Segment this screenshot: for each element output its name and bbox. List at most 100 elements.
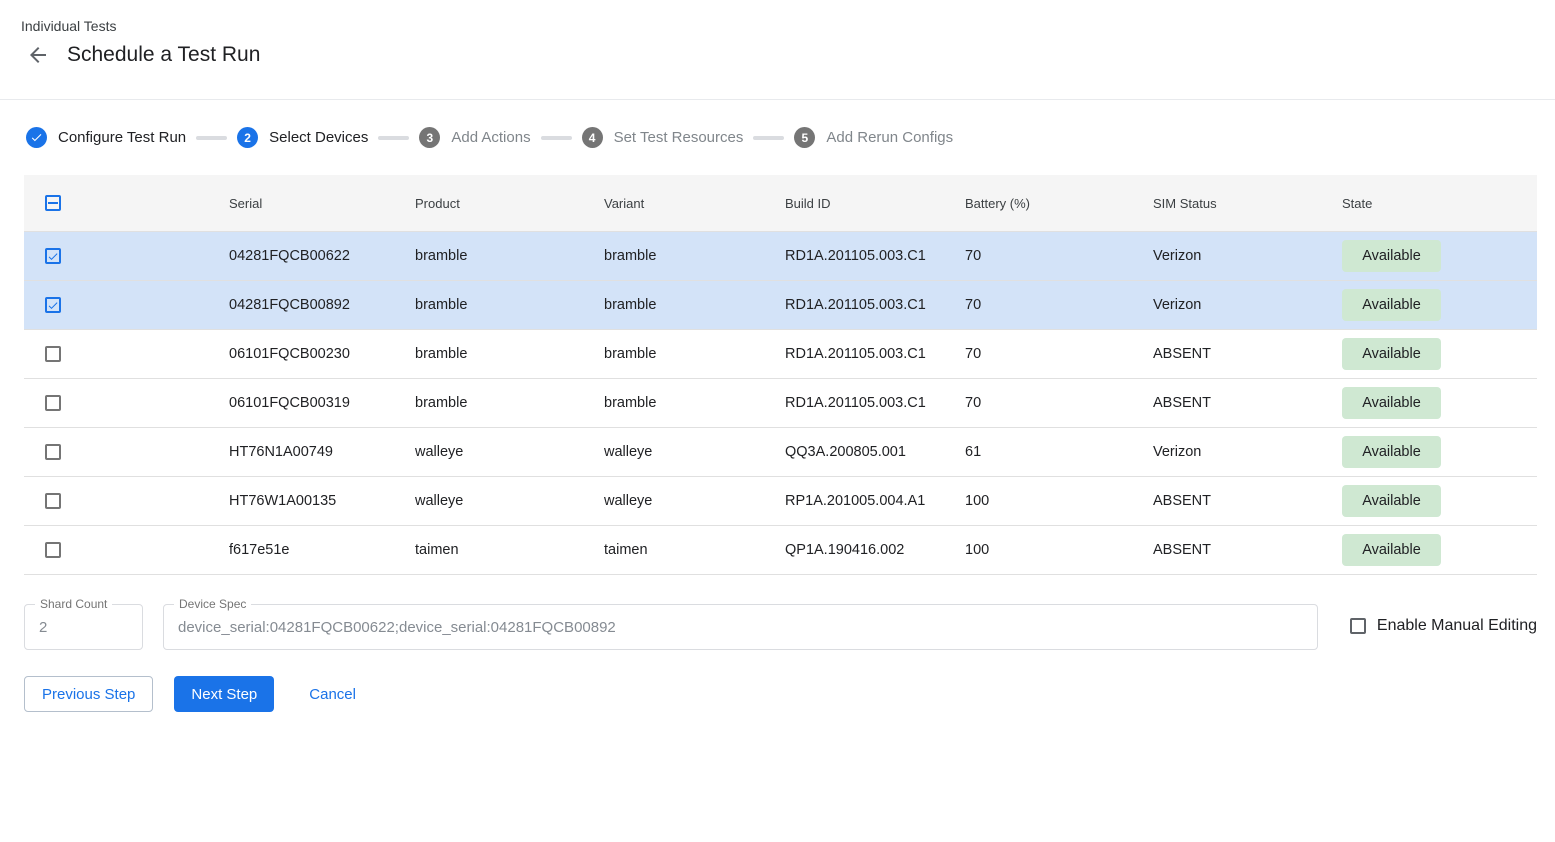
cell-battery: 70 [965,297,1153,313]
table-row[interactable]: f617e51e taimen taimen QP1A.190416.002 1… [24,526,1537,575]
stepper: Configure Test Run 2 Select Devices 3 Ad… [0,100,1555,175]
cell-variant: taimen [604,542,785,558]
select-all-checkbox[interactable] [45,195,61,211]
device-spec-value: device_serial:04281FQCB00622;device_seri… [178,619,616,636]
state-chip: Available [1342,338,1441,370]
cell-serial: 04281FQCB00622 [229,248,415,264]
cell-battery: 70 [965,248,1153,264]
table-row[interactable]: 04281FQCB00892 bramble bramble RD1A.2011… [24,281,1537,330]
cell-variant: bramble [604,248,785,264]
cell-product: bramble [415,395,604,411]
cell-product: walleye [415,493,604,509]
step-select-devices[interactable]: 2 Select Devices [237,127,368,148]
shard-count-value: 2 [39,619,47,636]
cell-serial: HT76W1A00135 [229,493,415,509]
step-number: 3 [419,127,440,148]
page-header: Individual Tests Schedule a Test Run [0,0,1555,100]
action-buttons: Previous Step Next Step Cancel [24,676,1555,712]
cell-serial: f617e51e [229,542,415,558]
device-table: Serial Product Variant Build ID Battery … [24,175,1537,575]
table-header: Serial Product Variant Build ID Battery … [24,175,1537,232]
column-header-state: State [1342,196,1537,211]
column-header-variant: Variant [604,196,785,211]
step-set-test-resources[interactable]: 4 Set Test Resources [582,127,744,148]
cell-sim-status: Verizon [1153,248,1342,264]
previous-step-button[interactable]: Previous Step [24,676,153,712]
cell-variant: walleye [604,444,785,460]
step-number: 5 [794,127,815,148]
cell-build-id: QP1A.190416.002 [785,542,965,558]
cell-variant: bramble [604,346,785,362]
step-connector [753,136,784,140]
indeterminate-dash-icon [48,202,58,205]
step-number: 4 [582,127,603,148]
state-chip: Available [1342,387,1441,419]
cell-variant: walleye [604,493,785,509]
step-done-check-icon [26,127,47,148]
step-label: Add Rerun Configs [826,129,953,146]
cell-variant: bramble [604,297,785,313]
cell-battery: 100 [965,542,1153,558]
cell-sim-status: ABSENT [1153,346,1342,362]
cell-sim-status: ABSENT [1153,395,1342,411]
row-checkbox[interactable] [45,542,61,558]
cell-product: bramble [415,248,604,264]
manual-editing-label: Enable Manual Editing [1377,617,1537,635]
table-row[interactable]: 06101FQCB00319 bramble bramble RD1A.2011… [24,379,1537,428]
table-body: 04281FQCB00622 bramble bramble RD1A.2011… [24,232,1537,575]
cell-build-id: RD1A.201105.003.C1 [785,395,965,411]
check-icon [47,299,59,312]
cell-sim-status: ABSENT [1153,542,1342,558]
step-configure-test-run[interactable]: Configure Test Run [26,127,186,148]
cancel-button[interactable]: Cancel [299,676,366,712]
cell-product: bramble [415,297,604,313]
row-checkbox[interactable] [45,493,61,509]
cell-serial: 04281FQCB00892 [229,297,415,313]
cell-serial: 06101FQCB00319 [229,395,415,411]
cell-serial: HT76N1A00749 [229,444,415,460]
enable-manual-editing[interactable]: Enable Manual Editing [1350,617,1537,635]
table-row[interactable]: HT76W1A00135 walleye walleye RP1A.201005… [24,477,1537,526]
row-checkbox[interactable] [45,297,61,313]
device-spec-form: Shard Count 2 Device Spec device_serial:… [24,604,1537,650]
device-spec-label: Device Spec [174,597,251,611]
cell-battery: 100 [965,493,1153,509]
step-label: Add Actions [451,129,530,146]
step-add-actions[interactable]: 3 Add Actions [419,127,530,148]
cell-build-id: RD1A.201105.003.C1 [785,297,965,313]
table-row[interactable]: HT76N1A00749 walleye walleye QQ3A.200805… [24,428,1537,477]
step-add-rerun-configs[interactable]: 5 Add Rerun Configs [794,127,953,148]
back-arrow-icon[interactable] [26,43,50,67]
next-step-button[interactable]: Next Step [174,676,274,712]
check-icon [47,250,59,263]
row-checkbox[interactable] [45,444,61,460]
cell-build-id: QQ3A.200805.001 [785,444,965,460]
step-label: Set Test Resources [614,129,744,146]
cell-build-id: RD1A.201105.003.C1 [785,248,965,264]
manual-editing-checkbox[interactable] [1350,618,1366,634]
step-number: 2 [237,127,258,148]
column-header-build-id: Build ID [785,196,965,211]
row-checkbox[interactable] [45,346,61,362]
cell-sim-status: Verizon [1153,297,1342,313]
column-header-battery: Battery (%) [965,196,1153,211]
device-spec-field: Device Spec device_serial:04281FQCB00622… [163,604,1318,650]
table-row[interactable]: 04281FQCB00622 bramble bramble RD1A.2011… [24,232,1537,281]
cell-build-id: RP1A.201005.004.A1 [785,493,965,509]
column-header-sim-status: SIM Status [1153,196,1342,211]
state-chip: Available [1342,534,1441,566]
step-label: Select Devices [269,129,368,146]
state-chip: Available [1342,289,1441,321]
cell-battery: 70 [965,395,1153,411]
step-connector [196,136,227,140]
table-row[interactable]: 06101FQCB00230 bramble bramble RD1A.2011… [24,330,1537,379]
row-checkbox[interactable] [45,395,61,411]
cell-variant: bramble [604,395,785,411]
row-checkbox[interactable] [45,248,61,264]
breadcrumb: Individual Tests [21,18,1531,34]
cell-product: bramble [415,346,604,362]
state-chip: Available [1342,240,1441,272]
shard-count-label: Shard Count [35,597,112,611]
page-title: Schedule a Test Run [67,43,260,67]
step-connector [541,136,572,140]
